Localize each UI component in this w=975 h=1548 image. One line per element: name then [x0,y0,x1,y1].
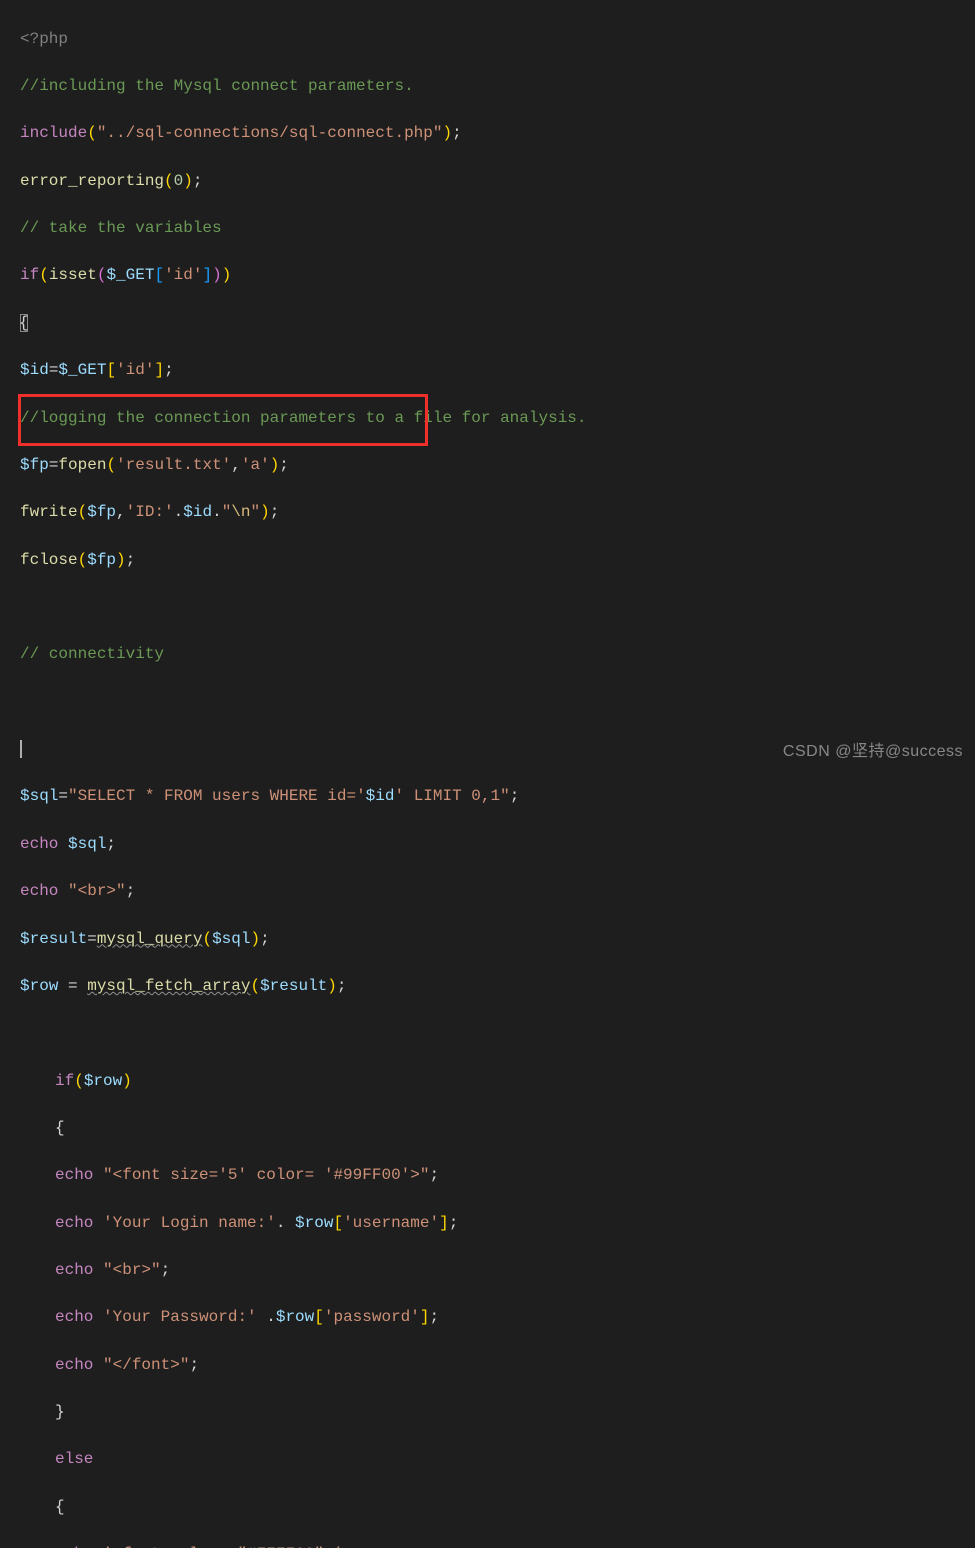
code-line: { [20,1496,975,1520]
code-line: echo 'Your Password:' .$row['password']; [20,1306,975,1330]
code-line: $result=mysql_query($sql); [20,928,975,952]
code-line: if($row) [20,1070,975,1094]
code-line: fwrite($fp,'ID:'.$id."\n"); [20,501,975,525]
code-line: $row = mysql_fetch_array($result); [20,975,975,999]
code-line: // connectivity [20,643,975,667]
code-line [20,738,975,762]
code-line [20,1022,975,1046]
code-line: echo "<br>"; [20,880,975,904]
code-line [20,596,975,620]
code-line: fclose($fp); [20,549,975,573]
code-line: $fp=fopen('result.txt','a'); [20,454,975,478]
code-line: include("../sql-connections/sql-connect.… [20,122,975,146]
code-line: //including the Mysql connect parameters… [20,75,975,99]
code-line: echo "</font>"; [20,1354,975,1378]
code-line: { [20,312,975,336]
code-line: echo '<font color= "#FFFF00">'; [20,1543,975,1548]
code-line: echo "<font size='5' color= '#99FF00'>"; [20,1164,975,1188]
code-line: $id=$_GET['id']; [20,359,975,383]
code-line: if(isset($_GET['id'])) [20,264,975,288]
code-editor[interactable]: <?php //including the Mysql connect para… [0,0,975,1548]
text-cursor [20,740,22,758]
code-line: <?php [20,28,975,52]
code-line: $sql="SELECT * FROM users WHERE id='$id'… [20,785,975,809]
code-line: echo 'Your Login name:'. $row['username'… [20,1212,975,1236]
code-line: { [20,1117,975,1141]
code-line: error_reporting(0); [20,170,975,194]
code-line [20,691,975,715]
code-line: else [20,1448,975,1472]
code-line: } [20,1401,975,1425]
code-line: // take the variables [20,217,975,241]
code-line: //logging the connection parameters to a… [20,407,975,431]
code-line: echo $sql; [20,833,975,857]
code-line: echo "<br>"; [20,1259,975,1283]
